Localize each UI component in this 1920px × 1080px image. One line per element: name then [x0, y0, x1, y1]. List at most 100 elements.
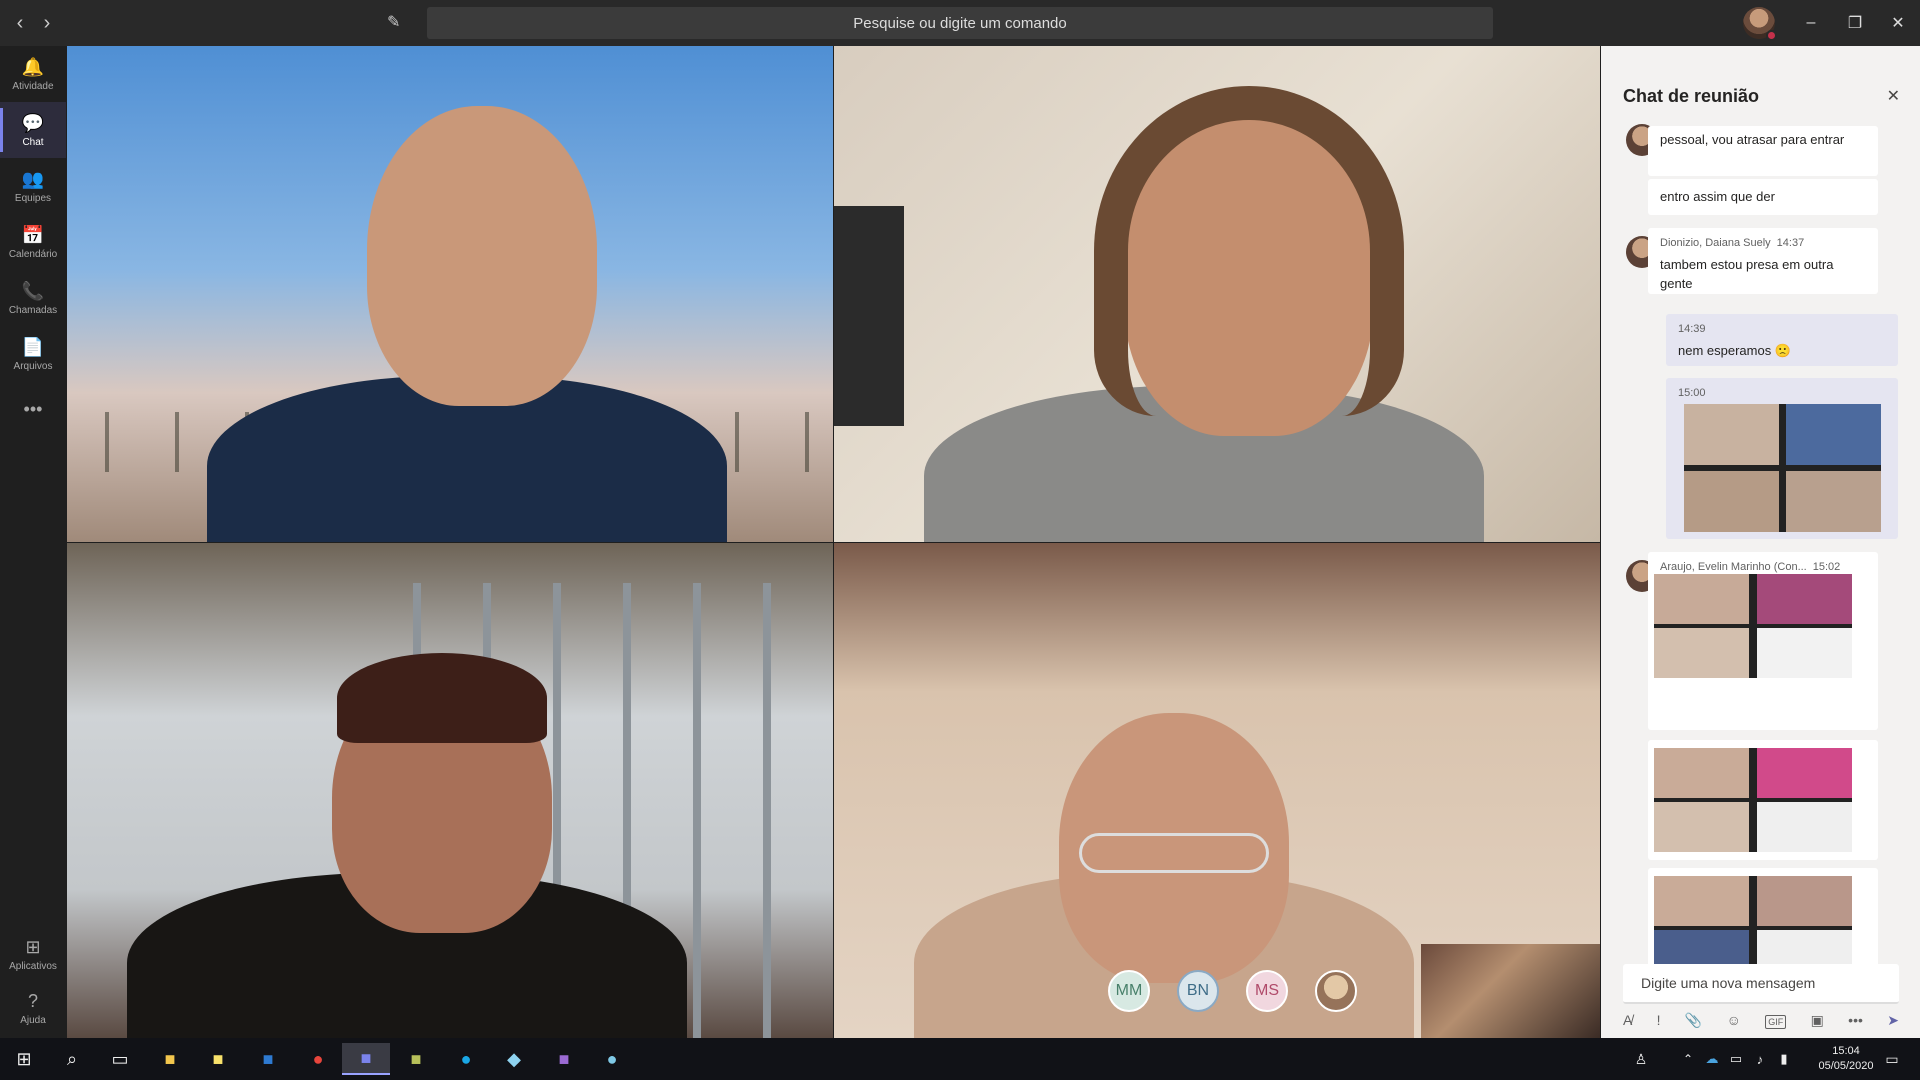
rail-item-calls[interactable]: 📞 Chamadas [0, 270, 66, 326]
message-time: 14:37 [1776, 237, 1805, 249]
help-icon: ? [27, 991, 38, 1011]
rail-item-apps[interactable]: ⊞ Aplicativos [0, 926, 66, 982]
chat-icon: 💬 [21, 113, 45, 133]
screenshot-thumbnail[interactable] [1684, 404, 1881, 532]
monitor-background [834, 206, 904, 426]
rail-item-label: Equipes [14, 193, 52, 204]
chat-message: pessoal, vou atrasar para entrar [1648, 126, 1878, 176]
chat-message: entro assim que der [1648, 179, 1878, 215]
chat-message-own: 15:00 [1666, 378, 1898, 539]
important-icon[interactable]: ! [1657, 1012, 1661, 1032]
file-explorer-icon[interactable]: ■ [146, 1043, 194, 1075]
phone-icon: 📞 [21, 281, 45, 301]
chat-message-own: 14:39 nem esperamos 🙁 [1666, 314, 1898, 366]
glasses-icon [1079, 833, 1269, 873]
bell-icon: 🔔 [21, 57, 45, 77]
sticky-notes-icon[interactable]: ■ [194, 1043, 242, 1075]
participant-avatar-bn[interactable]: BN [1177, 970, 1219, 1012]
compose-toolbar: A̸ ! 📎 ☺ GIF ▣ ••• ➤ [1623, 1012, 1899, 1032]
teams-taskbar-icon[interactable]: ■ [342, 1043, 390, 1075]
chat-title: Chat de reunião [1623, 86, 1760, 106]
participant-avatar-photo[interactable] [1315, 970, 1357, 1012]
participant-hair [337, 653, 547, 743]
message-author: Dionizio, Daiana Suely [1660, 237, 1771, 249]
attach-icon[interactable]: 📎 [1685, 1012, 1702, 1032]
message-author: Araujo, Evelin Marinho (Con... [1660, 561, 1807, 573]
restore-button[interactable]: ❐ [1833, 0, 1877, 46]
app-icon[interactable]: ■ [540, 1043, 588, 1075]
message-text: nem esperamos 🙁 [1678, 343, 1792, 358]
compose-icon[interactable]: ✎ [387, 12, 411, 34]
message-text: tambem estou presa em outra gente [1660, 257, 1834, 291]
notifications-icon[interactable]: ▭ [1872, 1043, 1912, 1075]
video-tile-1[interactable] [67, 46, 833, 542]
apps-icon: ⊞ [25, 937, 41, 957]
screenshot-thumbnail[interactable] [1654, 574, 1852, 678]
windows-start-icon[interactable]: ⊞ [0, 1043, 48, 1075]
volume-icon[interactable]: ♪ [1748, 1043, 1772, 1075]
format-icon[interactable]: A̸ [1623, 1012, 1632, 1032]
chat-message [1648, 740, 1878, 860]
title-bar: ‹ › ✎ Pesquise ou digite um comando – ❐ … [0, 0, 1920, 46]
windows-taskbar: ⊞ ⌕ ▭ ■ ■ ■ ● ■ ■ ● ◆ ■ ● ♙ ⌃ ☁ ▭ ♪ ▮ 15… [0, 1038, 1920, 1080]
rail-item-more[interactable]: ••• [0, 382, 66, 438]
message-input[interactable]: Digite uma nova mensagem [1623, 964, 1899, 1004]
chat-message: Dionizio, Daiana Suely 14:37 tambem estou… [1648, 228, 1878, 294]
rail-item-label: Chamadas [8, 305, 58, 316]
file-icon: 📄 [21, 337, 45, 357]
paint-icon[interactable]: ● [588, 1043, 636, 1075]
participant-avatars: MM BN MS [1108, 970, 1357, 1012]
rail-item-activity[interactable]: 🔔 Atividade [0, 46, 66, 102]
rail-item-label: Chat [22, 137, 44, 148]
rail-item-label: Arquivos [13, 361, 53, 372]
app-icon[interactable]: ◆ [490, 1043, 538, 1075]
calendar-icon: 📅 [21, 225, 45, 245]
rail-item-files[interactable]: 📄 Arquivos [0, 326, 66, 382]
app-icon[interactable]: ■ [392, 1043, 440, 1075]
rail-item-calendar[interactable]: 📅 Calendário [0, 214, 66, 270]
forward-icon[interactable]: › [33, 9, 61, 37]
close-button[interactable]: ✕ [1876, 0, 1920, 46]
rail-item-chat[interactable]: 💬 Chat [0, 102, 66, 158]
network-icon[interactable]: ▭ [1724, 1043, 1748, 1075]
message-text: entro assim que der [1660, 189, 1775, 204]
chrome-icon[interactable]: ● [294, 1043, 342, 1075]
rail-item-teams[interactable]: 👥 Equipes [0, 158, 66, 214]
video-grid [67, 46, 1600, 1038]
minimize-button[interactable]: – [1789, 0, 1833, 46]
sticker-icon[interactable]: ▣ [1811, 1012, 1824, 1032]
close-icon[interactable]: ✕ [1887, 86, 1900, 106]
participant-avatar-ms[interactable]: MS [1246, 970, 1288, 1012]
more-options-icon[interactable]: ••• [1848, 1012, 1863, 1032]
rail-item-help[interactable]: ? Ajuda [0, 980, 66, 1036]
message-time: 14:39 [1678, 323, 1706, 335]
participant-hair [1094, 86, 1404, 416]
emoji-icon[interactable]: ☺ [1727, 1012, 1741, 1032]
gif-icon[interactable]: GIF [1765, 1015, 1787, 1029]
profile-avatar[interactable] [1743, 7, 1777, 41]
self-view-video[interactable] [1421, 944, 1600, 1038]
participant-avatar-mm[interactable]: MM [1108, 970, 1150, 1012]
teams-icon: 👥 [21, 169, 45, 189]
video-tile-2[interactable] [834, 46, 1600, 542]
search-icon[interactable]: ⌕ [48, 1043, 96, 1075]
rail-item-label: Aplicativos [9, 961, 57, 972]
chat-message: Araujo, Evelin Marinho (Con... 15:02 [1648, 552, 1878, 730]
back-icon[interactable]: ‹ [6, 9, 34, 37]
search-input[interactable]: Pesquise ou digite um comando [427, 7, 1493, 39]
video-tile-3[interactable] [67, 543, 833, 1038]
chevron-up-icon[interactable]: ⌃ [1676, 1043, 1700, 1075]
battery-icon[interactable]: ▮ [1772, 1043, 1796, 1075]
screenshot-thumbnail[interactable] [1654, 748, 1852, 852]
people-icon[interactable]: ♙ [1626, 1043, 1656, 1075]
onedrive-icon[interactable]: ☁ [1700, 1043, 1724, 1075]
skype-icon[interactable]: ● [442, 1043, 490, 1075]
presence-busy-icon [1766, 30, 1777, 41]
rail-item-label: Ajuda [20, 1015, 46, 1026]
task-view-icon[interactable]: ▭ [96, 1043, 144, 1075]
send-icon[interactable]: ➤ [1887, 1012, 1899, 1032]
outlook-icon[interactable]: ■ [244, 1043, 292, 1075]
message-time: 15:02 [1812, 561, 1841, 573]
rail-item-label: Atividade [12, 81, 54, 92]
message-text: pessoal, vou atrasar para entrar [1660, 132, 1845, 147]
